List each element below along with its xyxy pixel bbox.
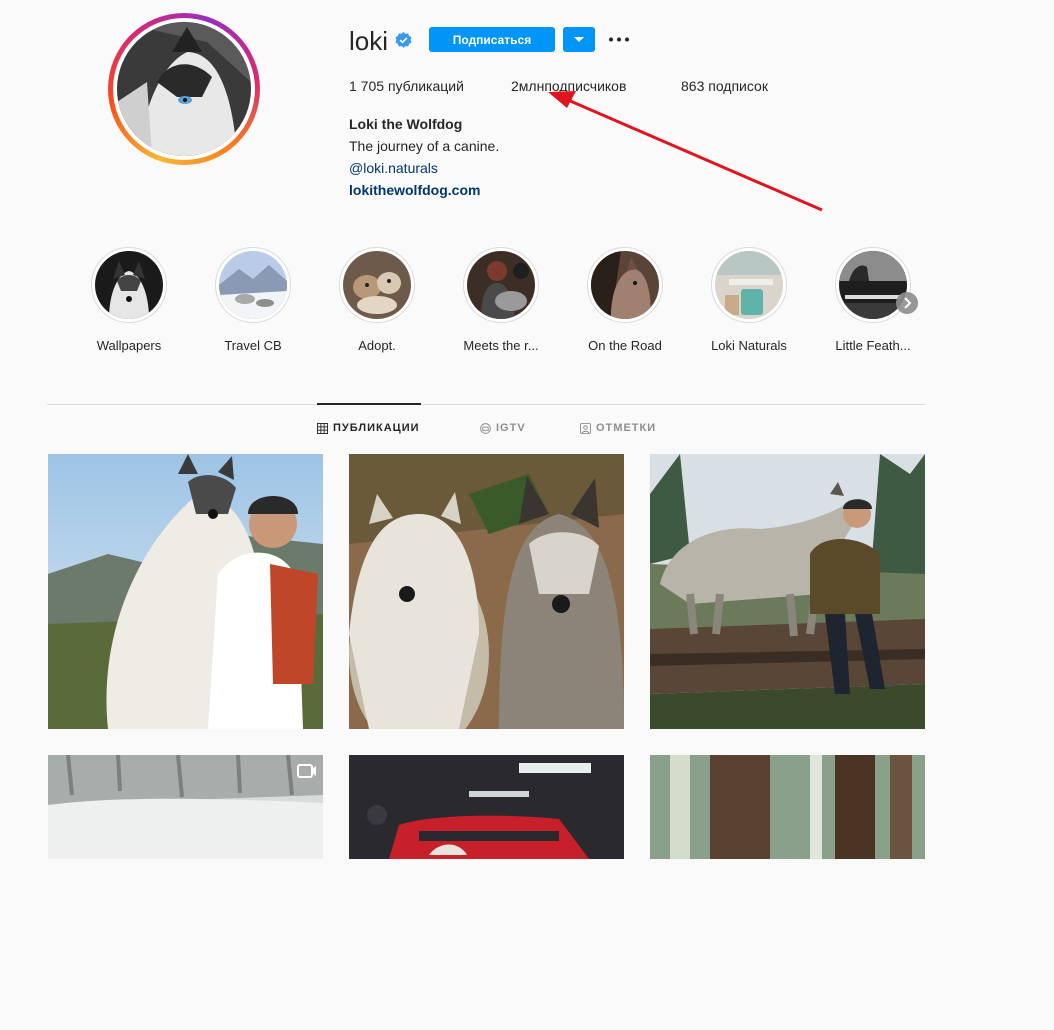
bio-website-link[interactable]: lokithewolfdog.com [349, 182, 480, 198]
post-image [349, 454, 624, 729]
tab-label: ОТМЕТКИ [596, 422, 657, 434]
verified-badge-icon [395, 32, 412, 48]
highlight-cover [215, 247, 291, 323]
post-image [650, 454, 925, 729]
tagged-icon [580, 422, 591, 434]
highlight-label: Adopt. [358, 338, 396, 353]
tab-posts[interactable]: ПУБЛИКАЦИИ [317, 422, 420, 434]
post-tile[interactable] [349, 755, 624, 1030]
highlight-meets-the-r[interactable]: Meets the r... [439, 247, 563, 353]
more-options-icon[interactable] [606, 27, 632, 52]
post-tile[interactable] [650, 454, 925, 729]
follow-button[interactable]: Подписаться [429, 27, 555, 52]
highlight-label: Wallpapers [96, 338, 162, 353]
stat-posts: 1 705 публикаций [349, 78, 464, 94]
highlight-on-the-road[interactable]: On the Road [563, 247, 687, 353]
tab-igtv[interactable]: IGTV [480, 422, 526, 434]
highlight-label: On the Road [588, 338, 662, 353]
highlight-travel-cb[interactable]: Travel CB [191, 247, 315, 353]
highlight-cover [463, 247, 539, 323]
post-image [349, 755, 624, 859]
tab-label: IGTV [496, 422, 526, 434]
post-image [650, 755, 925, 859]
annotation-arrow [548, 91, 823, 212]
tab-label: ПУБЛИКАЦИИ [333, 422, 420, 434]
highlight-cover [711, 247, 787, 323]
highlight-label: Travel CB [224, 338, 282, 353]
grid-icon [317, 422, 328, 434]
suggested-accounts-dropdown-button[interactable] [563, 27, 595, 52]
post-tile[interactable] [48, 755, 323, 1030]
igtv-icon [297, 764, 316, 778]
bio-mention-link[interactable]: @loki.naturals [349, 160, 438, 176]
highlight-label: Little Feath... [835, 338, 911, 353]
post-tile[interactable] [349, 454, 624, 729]
post-image [48, 755, 323, 859]
profile-avatar[interactable] [113, 18, 255, 160]
highlight-adopt[interactable]: Adopt. [315, 247, 439, 353]
highlight-cover [339, 247, 415, 323]
stat-posts-count: 1 705 [349, 78, 385, 94]
profile-username: loki [349, 26, 389, 56]
highlight-label: Loki Naturals [711, 338, 787, 353]
chevron-down-icon [574, 37, 584, 42]
stat-posts-label: публикаций [387, 78, 464, 94]
highlight-label: Meets the r... [463, 338, 539, 353]
bio-tagline: The journey of a canine. [349, 138, 500, 154]
highlight-loki-naturals[interactable]: Loki Naturals [687, 247, 811, 353]
highlight-wallpapers[interactable]: Wallpapers [67, 247, 191, 353]
highlights-next-icon[interactable] [896, 292, 918, 314]
post-tile[interactable] [650, 755, 925, 1030]
highlight-cover [587, 247, 663, 323]
profile-avatar-ring[interactable] [108, 13, 260, 165]
post-image [48, 454, 323, 729]
highlight-cover [91, 247, 167, 323]
tab-tagged[interactable]: ОТМЕТКИ [580, 422, 656, 434]
tabs-divider [47, 404, 925, 405]
igtv-icon [480, 422, 491, 434]
active-tab-indicator [317, 403, 421, 405]
bio-full-name: Loki the Wolfdog [349, 116, 463, 132]
avatar-image [117, 22, 251, 156]
post-tile[interactable] [48, 454, 323, 729]
